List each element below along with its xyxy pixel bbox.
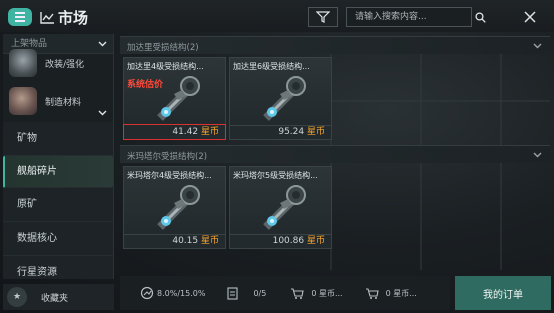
price-value: 40.15 xyxy=(172,236,199,246)
sidebar-category-label: 制造材料 xyxy=(45,97,82,108)
search-button[interactable] xyxy=(475,11,486,23)
tax-gauge-icon xyxy=(140,286,154,300)
filter-icon xyxy=(316,11,330,23)
buy-total-value: 0 星币... xyxy=(311,288,343,298)
currency-label: 星币 xyxy=(306,236,325,246)
top-bar: 市场 xyxy=(0,0,554,32)
market-chart-icon xyxy=(40,11,54,24)
system-estimate-tag: 系统估价 xyxy=(127,80,164,90)
sidebar-item-planetary[interactable]: 行星资源 xyxy=(3,256,113,279)
upgrade-module-icon xyxy=(9,49,37,77)
item-card[interactable]: 加达里4级受损结构... 系统估价 41.42 星币 xyxy=(123,57,226,140)
tax-rate-stat[interactable]: 8.0%/15.0% xyxy=(140,286,205,300)
item-price: 95.24 星币 xyxy=(230,125,331,139)
menu-button[interactable] xyxy=(8,8,32,26)
item-price: 40.15 星币 xyxy=(124,234,225,248)
favorites-button[interactable]: ★ 收藏夹 xyxy=(3,284,114,310)
close-button[interactable] xyxy=(516,7,544,27)
favorites-label: 收藏夹 xyxy=(41,293,69,304)
damaged-structure-image xyxy=(157,185,200,230)
chevron-down-icon xyxy=(533,152,542,158)
damaged-structure-image xyxy=(263,76,306,121)
group-header-caldari[interactable]: 加达里受损结构(2) xyxy=(120,36,550,54)
item-name: 加达里6级受损结构... xyxy=(233,62,310,71)
close-icon xyxy=(524,11,536,23)
star-icon: ★ xyxy=(7,287,27,307)
chevron-down-icon xyxy=(533,43,542,49)
price-value: 100.86 xyxy=(272,236,305,246)
sidebar-item-datacores[interactable]: 数据核心 xyxy=(3,222,113,256)
tax-rate-value: 8.0%/15.0% xyxy=(157,288,206,298)
currency-label: 星币 xyxy=(200,236,219,246)
price-value: 95.24 xyxy=(278,127,305,137)
filter-button[interactable] xyxy=(308,7,338,27)
search-box xyxy=(346,7,486,27)
bottom-status-bar: 8.0%/15.0% 0/5 0 星币... 0 星币... xyxy=(120,276,450,310)
cart-buy-icon xyxy=(291,288,304,299)
sell-total-value: 0 星币... xyxy=(385,288,417,298)
group-title: 米玛塔尔受损结构(2) xyxy=(127,152,208,162)
group-title: 加达里受损结构(2) xyxy=(127,43,199,53)
price-value: 41.42 xyxy=(172,127,199,137)
group-header-minmatar[interactable]: 米玛塔尔受损结构(2) xyxy=(120,145,550,163)
damaged-structure-image xyxy=(263,185,306,230)
sidebar-category-upgrades[interactable]: 改装/强化 xyxy=(3,46,113,80)
sidebar-category-materials[interactable]: 制造材料 xyxy=(3,80,113,122)
category-sidebar: 上架物品 改装/强化 制造材料 矿物 舰船碎片 原矿 数据核心 行星资源 xyxy=(3,34,114,279)
page-title: 市场 xyxy=(58,9,89,27)
clipboard-icon xyxy=(227,287,238,300)
item-name: 加达里4级受损结构... xyxy=(127,62,204,71)
item-price: 100.86 星币 xyxy=(230,234,331,248)
sell-total-stat[interactable]: 0 星币... xyxy=(365,286,417,300)
item-card[interactable]: 米玛塔尔4级受损结构... 40.15 星币 xyxy=(123,166,226,249)
item-name: 米玛塔尔4级受损结构... xyxy=(127,171,212,180)
sidebar-item-minerals[interactable]: 矿物 xyxy=(3,122,113,156)
sidebar-item-ship-fragments[interactable]: 舰船碎片 xyxy=(3,156,113,188)
bg-structure-line xyxy=(330,100,550,102)
search-input[interactable] xyxy=(347,8,475,26)
material-rock-icon xyxy=(9,87,37,115)
order-slots-value: 0/5 xyxy=(253,288,267,298)
order-slots-stat[interactable]: 0/5 xyxy=(227,286,266,300)
item-name: 米玛塔尔5级受损结构... xyxy=(233,171,318,180)
item-card[interactable]: 米玛塔尔5级受损结构... 100.86 星币 xyxy=(229,166,332,249)
page-title-group: 市场 xyxy=(40,7,88,28)
cart-sell-icon xyxy=(365,288,379,299)
item-price: 41.42 星币 xyxy=(123,124,226,140)
currency-label: 星币 xyxy=(306,127,325,137)
search-icon xyxy=(475,11,486,23)
chevron-down-icon xyxy=(98,110,107,116)
sidebar-category-label: 改装/强化 xyxy=(45,59,85,70)
item-card[interactable]: 加达里6级受损结构... 95.24 星币 xyxy=(229,57,332,140)
sidebar-item-ore[interactable]: 原矿 xyxy=(3,188,113,222)
buy-total-stat[interactable]: 0 星币... xyxy=(290,286,343,300)
currency-label: 星币 xyxy=(200,127,219,137)
my-orders-button[interactable]: 我的订单 xyxy=(455,276,551,310)
